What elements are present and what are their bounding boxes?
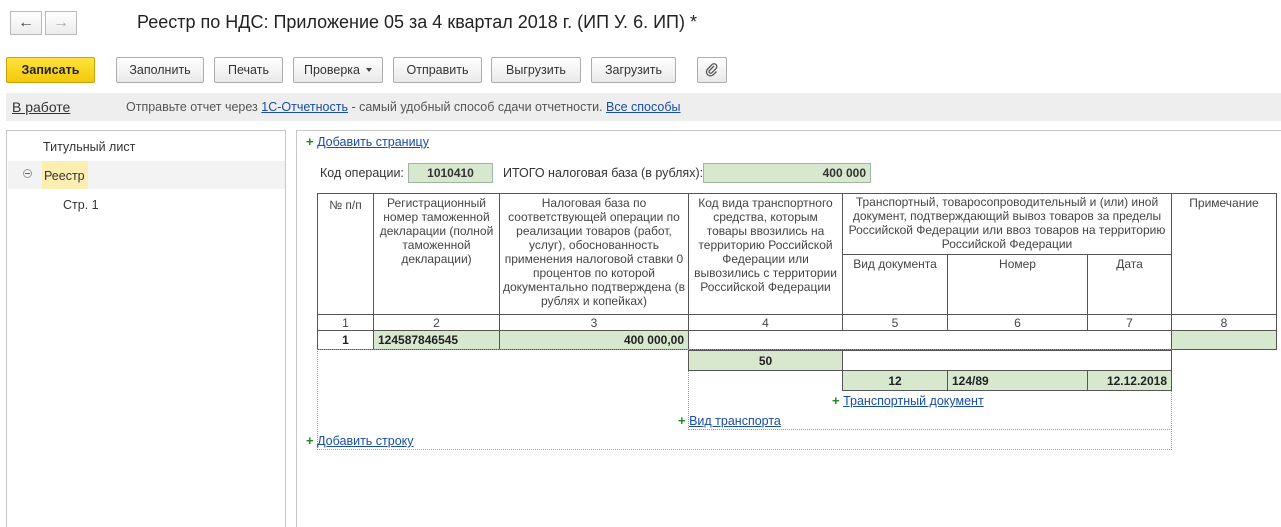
info-message-suffix: - самый удобный способ сдачи отчетности. bbox=[351, 100, 603, 114]
header-transport-code: Код вида транспортного средства, которым… bbox=[688, 193, 843, 315]
doc-type-field[interactable]: 12 bbox=[842, 370, 948, 391]
total-field: 400 000 bbox=[703, 163, 871, 183]
col-number: 5 bbox=[842, 314, 948, 331]
info-bar: В работе Отправьте отчет через 1С-Отчетн… bbox=[6, 93, 1281, 121]
doc-date-field[interactable]: 12.12.2018 bbox=[1087, 370, 1172, 391]
add-transport-type-row[interactable]: + Вид транспорта bbox=[678, 413, 781, 428]
fill-button[interactable]: Заполнить bbox=[116, 57, 204, 83]
add-page-row[interactable]: + Добавить страницу bbox=[306, 134, 429, 149]
forward-button[interactable]: → bbox=[45, 11, 77, 35]
header-document-group: Транспортный, товаросопроводительный и (… bbox=[842, 193, 1172, 255]
plus-icon: + bbox=[306, 433, 314, 448]
header-doc-date: Дата bbox=[1087, 254, 1172, 315]
add-transport-type-link[interactable]: Вид транспорта bbox=[689, 414, 781, 428]
tree-item-registry[interactable]: Реестр bbox=[44, 169, 85, 183]
save-button[interactable]: Записать bbox=[6, 57, 95, 83]
tax-base-field[interactable]: 400 000,00 bbox=[499, 330, 689, 350]
op-code-label: Код операции: bbox=[320, 166, 404, 180]
transport-code-field[interactable]: 50 bbox=[688, 350, 843, 371]
chevron-down-icon bbox=[366, 68, 372, 72]
tree-item-title-page[interactable]: Титульный лист bbox=[43, 140, 135, 154]
plus-icon: + bbox=[832, 393, 840, 408]
header-note: Примечание bbox=[1171, 193, 1277, 315]
info-message: Отправьте отчет через 1С-Отчетность - са… bbox=[126, 100, 681, 114]
col-number: 4 bbox=[688, 314, 843, 331]
header-declaration: Регистрационный номер таможенной деклара… bbox=[373, 193, 500, 315]
doc-number-field[interactable]: 124/89 bbox=[947, 370, 1088, 391]
header-doc-type: Вид документа bbox=[842, 254, 948, 315]
print-button[interactable]: Печать bbox=[214, 57, 283, 83]
arrow-right-icon: → bbox=[53, 14, 69, 31]
add-transport-doc-row[interactable]: + Транспортный документ bbox=[832, 393, 984, 408]
add-page-link[interactable]: Добавить страницу bbox=[317, 135, 429, 149]
col-number: 7 bbox=[1087, 314, 1172, 331]
add-row-row[interactable]: + Добавить строку bbox=[306, 433, 414, 448]
plus-icon: + bbox=[306, 134, 314, 149]
plus-icon: + bbox=[678, 413, 686, 428]
info-message-prefix: Отправьте отчет через bbox=[126, 100, 258, 114]
send-button[interactable]: Отправить bbox=[393, 57, 482, 83]
doc-blank-row bbox=[842, 350, 1172, 371]
header-num: № п/п bbox=[317, 193, 374, 315]
op-code-field[interactable]: 1010410 bbox=[408, 163, 493, 183]
service-link[interactable]: 1С-Отчетность bbox=[261, 100, 348, 114]
col-number: 1 bbox=[317, 314, 374, 331]
status-link[interactable]: В работе bbox=[12, 99, 70, 115]
add-row-link[interactable]: Добавить строку bbox=[317, 434, 413, 448]
check-button-label: Проверка bbox=[304, 63, 360, 77]
paperclip-icon bbox=[705, 63, 718, 77]
attach-button[interactable] bbox=[697, 57, 727, 83]
col-number: 8 bbox=[1171, 314, 1277, 331]
col-number: 3 bbox=[499, 314, 689, 331]
col-number: 6 bbox=[947, 314, 1088, 331]
import-button[interactable]: Загрузить bbox=[591, 57, 676, 83]
declaration-number-field[interactable]: 124587846545 bbox=[373, 330, 500, 350]
note-field[interactable] bbox=[1171, 330, 1277, 350]
check-dropdown-button[interactable]: Проверка bbox=[293, 57, 383, 83]
tree-item-page-1[interactable]: Стр. 1 bbox=[63, 198, 99, 212]
arrow-left-icon: ← bbox=[18, 14, 34, 31]
add-transport-doc-link[interactable]: Транспортный документ bbox=[843, 394, 984, 408]
export-button[interactable]: Выгрузить bbox=[491, 57, 581, 83]
header-tax-base: Налоговая база по соответствующей операц… bbox=[499, 193, 689, 315]
col-number: 2 bbox=[373, 314, 500, 331]
header-doc-number: Номер bbox=[947, 254, 1088, 315]
sections-tree: Титульный лист Реестр Стр. 1 bbox=[6, 130, 286, 527]
page-title: Реестр по НДС: Приложение 05 за 4 кварта… bbox=[137, 12, 697, 32]
back-button[interactable]: ← bbox=[10, 11, 42, 35]
row-blank-area bbox=[688, 330, 1172, 350]
row-num: 1 bbox=[317, 330, 374, 350]
total-label: ИТОГО налоговая база (в рублях): bbox=[503, 166, 704, 180]
collapse-icon[interactable] bbox=[23, 169, 32, 178]
all-methods-link[interactable]: Все способы bbox=[606, 100, 680, 114]
